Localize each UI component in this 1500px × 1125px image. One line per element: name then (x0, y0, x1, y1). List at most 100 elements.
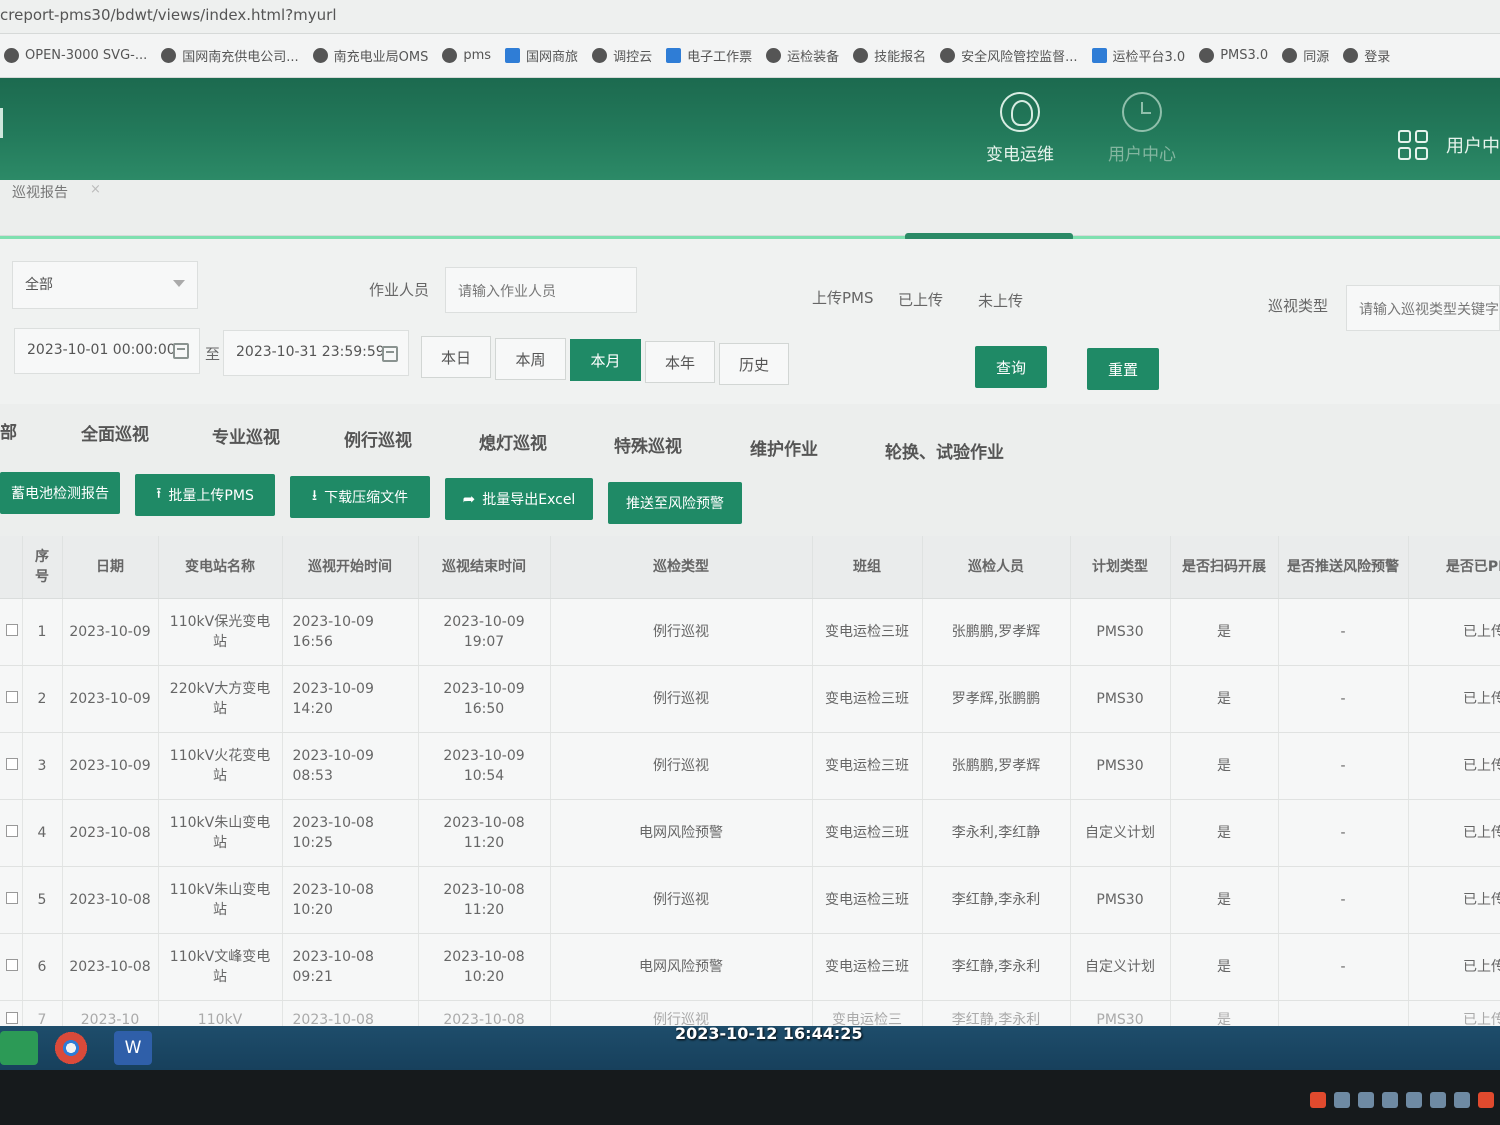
tab-professional-patrol[interactable]: 专业巡视 (212, 423, 280, 448)
tab-patrol-report[interactable]: 巡视报告 (12, 182, 68, 202)
ime-icon[interactable] (1310, 1092, 1326, 1108)
col-start[interactable]: 巡视开始时间 (282, 536, 419, 599)
table-row[interactable]: 1 2023-10-09 110kV保光变电站 2023-10-09 16:56… (0, 598, 1500, 666)
col-uploaded[interactable]: 是否已PMS (1408, 536, 1500, 599)
table-row[interactable]: 7 2023-10 110kV 2023-10-08 2023-10-08 例行… (0, 1000, 1500, 1026)
scope-select[interactable]: 全部 (12, 261, 198, 309)
tray-icon[interactable] (1430, 1092, 1446, 1108)
bookmark-dispatch-cloud[interactable]: 调控云 (592, 46, 652, 65)
upload-option-not-uploaded[interactable]: 未上传 (978, 290, 1023, 311)
nav-substation-ops[interactable]: 变电运维 (986, 92, 1054, 165)
table-row[interactable]: 5 2023-10-08 110kV朱山变电站 2023-10-08 10:20… (0, 866, 1500, 934)
bookmark-platform3[interactable]: 运检平台3.0 (1091, 46, 1185, 65)
user-center-link[interactable]: 用户中 (1446, 132, 1500, 158)
row-checkbox[interactable] (6, 1012, 18, 1024)
bookmark-travel[interactable]: 国网商旅 (505, 46, 578, 65)
bookmark-oms[interactable]: 南充电业局OMS (312, 46, 428, 65)
cell-date: 2023-10-09 (62, 598, 159, 666)
bookmark-pms[interactable]: pms (442, 48, 491, 63)
menu-toggle-icon[interactable] (0, 108, 8, 138)
row-checkbox[interactable] (6, 623, 18, 636)
period-year-button[interactable]: 本年 (645, 341, 715, 383)
action-bar: 蓄电池检测报告 ⭱ 批量上传PMS ⭳ 下载压缩文件 ➦ 批量导出Excel 推送至风… (0, 470, 1500, 536)
address-bar[interactable]: creport-pms30/bdwt/views/index.html?myur… (0, 0, 1500, 34)
tray-icon[interactable] (1334, 1092, 1350, 1108)
col-scan[interactable]: 是否扫码开展 (1170, 536, 1279, 599)
batch-export-excel-button[interactable]: ➦ 批量导出Excel (445, 478, 593, 520)
photo-timestamp: 2023-10-12 16:44:25 (675, 1024, 863, 1043)
download-icon: ⭳ (311, 485, 318, 504)
row-checkbox[interactable] (6, 757, 18, 770)
select-all-header[interactable] (0, 536, 23, 599)
bookmark-pms3[interactable]: PMS3.0 (1199, 48, 1268, 63)
col-end[interactable]: 巡视结束时间 (418, 536, 551, 599)
chrome-icon[interactable] (52, 1031, 90, 1065)
col-push[interactable]: 是否推送风险预警 (1278, 536, 1409, 599)
bookmark-nanchong-power[interactable]: 国网南充供电公司... (161, 46, 299, 65)
cell-plan: 自定义计划 (1070, 933, 1171, 1001)
period-week-button[interactable]: 本周 (495, 338, 566, 380)
bookmark-e-ticket[interactable]: 电子工作票 (666, 46, 752, 65)
calendar-icon[interactable] (382, 346, 398, 362)
col-type[interactable]: 巡检类型 (550, 536, 813, 599)
cell-date: 2023-10-08 (62, 933, 159, 1001)
cell-end: 2023-10-08 11:20 (418, 866, 551, 934)
cell-scan: 是 (1170, 732, 1279, 800)
upload-option-uploaded[interactable]: 已上传 (898, 289, 943, 310)
period-month-button[interactable]: 本月 (570, 339, 641, 381)
tray-icon[interactable] (1382, 1092, 1398, 1108)
table-row[interactable]: 3 2023-10-09 110kV火花变电站 2023-10-09 08:53… (0, 732, 1500, 800)
nav-user-center[interactable]: 用户中心 (1108, 92, 1176, 165)
app-launcher-icon[interactable] (0, 1031, 38, 1065)
tab-lights-off-patrol[interactable]: 熄灯巡视 (479, 429, 547, 454)
volume-icon[interactable] (1406, 1092, 1422, 1108)
worker-input[interactable]: 请输入作业人员 (445, 267, 637, 313)
cell-type: 例行巡视 (550, 598, 813, 666)
cell-team: 变电运检三 (812, 1000, 923, 1026)
col-team[interactable]: 班组 (812, 536, 923, 599)
bookmark-skills[interactable]: 技能报名 (853, 46, 926, 65)
tab-all[interactable]: 部 (0, 418, 17, 443)
bookmark-login[interactable]: 登录 (1343, 46, 1390, 65)
download-zip-button[interactable]: ⭳ 下载压缩文件 (290, 476, 430, 518)
table-row[interactable]: 2 2023-10-09 220kV大方变电站 2023-10-09 14:20… (0, 665, 1500, 733)
col-station[interactable]: 变电站名称 (158, 536, 283, 599)
tab-maintenance[interactable]: 维护作业 (750, 435, 818, 460)
word-icon[interactable]: W (114, 1031, 152, 1065)
network-icon[interactable] (1358, 1092, 1374, 1108)
bookmark-safety[interactable]: 安全风险管控监督... (940, 46, 1078, 65)
row-checkbox[interactable] (6, 690, 18, 703)
query-button[interactable]: 查询 (975, 346, 1047, 388)
col-plan[interactable]: 计划类型 (1070, 536, 1171, 599)
tab-special-patrol[interactable]: 特殊巡视 (614, 432, 682, 457)
tab-rotation-test[interactable]: 轮换、试验作业 (885, 438, 1004, 463)
calendar-icon[interactable] (173, 343, 189, 359)
col-no[interactable]: 序号 (22, 536, 63, 599)
cell-plan: PMS30 (1070, 1000, 1171, 1026)
app-grid-icon[interactable] (1398, 130, 1428, 160)
cell-start: 2023-10-09 08:53 (282, 732, 419, 800)
reset-button[interactable]: 重置 (1087, 348, 1159, 390)
row-checkbox[interactable] (6, 824, 18, 837)
close-icon[interactable]: × (90, 182, 101, 197)
row-checkbox[interactable] (6, 958, 18, 971)
patrol-type-input[interactable]: 请输入巡视类型关键字 (1346, 285, 1500, 331)
push-risk-warning-button[interactable]: 推送至风险预警 (608, 482, 742, 524)
table-row[interactable]: 4 2023-10-08 110kV朱山变电站 2023-10-08 10:25… (0, 799, 1500, 867)
tab-full-patrol[interactable]: 全面巡视 (81, 420, 149, 445)
bookmark-equipment[interactable]: 运检装备 (766, 46, 839, 65)
batch-upload-pms-button[interactable]: ⭱ 批量上传PMS (135, 474, 275, 516)
col-date[interactable]: 日期 (62, 536, 159, 599)
cell-uploaded: 已上传 (1408, 665, 1500, 733)
period-today-button[interactable]: 本日 (421, 336, 491, 378)
period-history-button[interactable]: 历史 (719, 343, 789, 385)
bookmark-open3000[interactable]: OPEN-3000 SVG-... (4, 48, 147, 63)
tray-icon[interactable] (1478, 1092, 1494, 1108)
row-checkbox[interactable] (6, 891, 18, 904)
battery-report-button[interactable]: 蓄电池检测报告 (0, 472, 120, 514)
col-people[interactable]: 巡检人员 (922, 536, 1071, 599)
bookmark-tongyuan[interactable]: 同源 (1282, 46, 1329, 65)
table-row[interactable]: 6 2023-10-08 110kV文峰变电站 2023-10-08 09:21… (0, 933, 1500, 1001)
tab-routine-patrol[interactable]: 例行巡视 (344, 426, 412, 451)
tray-icon[interactable] (1454, 1092, 1470, 1108)
